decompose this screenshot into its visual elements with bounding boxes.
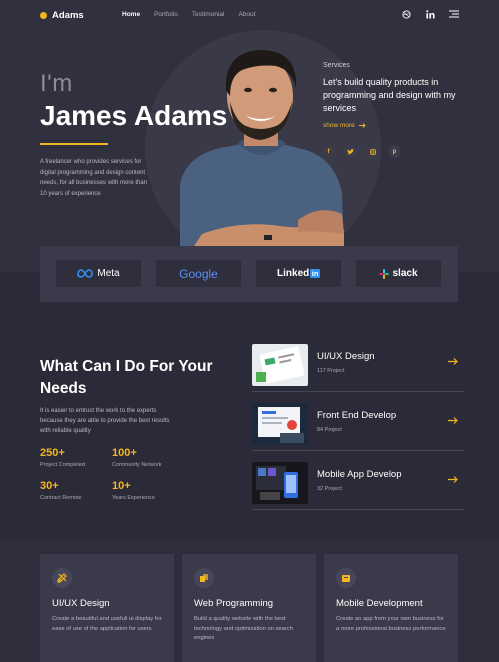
instagram-icon[interactable]: [366, 145, 379, 158]
brand-slack-label: slack: [392, 268, 418, 279]
services-title: Let's build quality products in programm…: [323, 77, 456, 113]
project-count: 32 Project: [317, 486, 342, 492]
stat-projects: 250+ Project Completed: [40, 447, 85, 468]
services-label: Services: [323, 62, 350, 69]
show-more-label: show more: [323, 122, 355, 129]
portrait-image: [180, 50, 344, 246]
project-count: 117 Project: [317, 368, 345, 374]
social-links: f p: [322, 145, 401, 158]
project-item-mobile[interactable]: Mobile App Develop 32 Project: [252, 462, 464, 510]
brand-linkedin-label: Linked: [277, 268, 310, 279]
logo-text: Adams: [52, 10, 84, 21]
stat-label: Project Completed: [40, 462, 86, 468]
brand-meta[interactable]: Meta: [56, 260, 141, 287]
stat-community: 100+ Community Network: [112, 447, 162, 468]
nav-links: Home Portfolio Testimonial About: [122, 11, 269, 18]
project-title: UI/UX Design: [317, 351, 375, 362]
slack-icon: [379, 268, 390, 279]
dribbble-icon[interactable]: [401, 9, 411, 19]
card-description: Build a quality website with the best te…: [194, 616, 293, 641]
uiux-thumbnail: [252, 344, 308, 386]
brands-strip: Meta Google Linked in slack: [40, 246, 458, 302]
card-title: Mobile Development: [336, 598, 423, 609]
card-description: Create an app from your own business for…: [336, 616, 446, 632]
nav-icons: [401, 9, 459, 19]
show-more-link[interactable]: show more: [323, 122, 366, 129]
menu-icon[interactable]: [449, 9, 459, 19]
nav-link-portfolio[interactable]: Portfolio: [154, 11, 178, 18]
project-item-frontend[interactable]: Front End Develop 84 Project: [252, 403, 464, 451]
stat-contracts: 30+ Contract Remote: [40, 480, 82, 501]
stat-number: 30+: [40, 480, 59, 492]
pen-tool-icon: [52, 568, 72, 588]
services-description: It is easier to entrust the work to the …: [40, 408, 170, 434]
arrow-right-icon[interactable]: [448, 475, 458, 486]
nav-link-about[interactable]: About: [238, 11, 255, 18]
hero-intro: A freelancer who provides services for d…: [40, 159, 148, 197]
twitter-icon[interactable]: [344, 145, 357, 158]
service-card-mobile[interactable]: Mobile Development Create an app from yo…: [324, 554, 458, 662]
service-card-uiux[interactable]: UI/UX Design Create a beautiful and usef…: [40, 554, 174, 662]
brand-linkedin[interactable]: Linked in: [256, 260, 341, 287]
brand-google[interactable]: Google: [156, 260, 241, 287]
portfolio-page: Adams Home Portfolio Testimonial About I…: [0, 0, 499, 662]
facebook-icon[interactable]: f: [322, 145, 335, 158]
stat-number: 100+: [112, 447, 137, 459]
services-heading: What Can I Do For Your Needs: [40, 358, 213, 397]
stat-label: Contract Remote: [40, 495, 82, 501]
project-item-uiux[interactable]: UI/UX Design 117 Project: [252, 344, 464, 392]
stat-number: 250+: [40, 447, 65, 459]
card-description: Create a beautiful and usefull ui displa…: [52, 616, 162, 632]
linkedin-icon[interactable]: [425, 9, 435, 19]
brand-slack[interactable]: slack: [356, 260, 441, 287]
arrow-right-icon: [358, 123, 366, 128]
brand-meta-label: Meta: [97, 268, 120, 279]
nav-link-home[interactable]: Home: [122, 11, 140, 18]
hero-greeting: I'm: [40, 70, 73, 97]
linkedin-badge-icon: in: [310, 269, 320, 278]
stat-label: Years Experience: [112, 495, 155, 501]
project-count: 84 Project: [317, 427, 342, 433]
meta-icon: [77, 269, 94, 278]
stat-label: Community Network: [112, 462, 162, 468]
logo[interactable]: Adams: [40, 10, 84, 21]
service-card-web[interactable]: Web Programming Build a quality website …: [182, 554, 316, 662]
arrow-right-icon[interactable]: [448, 357, 458, 368]
card-title: UI/UX Design: [52, 598, 110, 609]
name-underline: [40, 143, 108, 145]
pinterest-icon[interactable]: p: [388, 145, 401, 158]
mobile-thumbnail: [252, 462, 308, 504]
stat-experience: 10+ Years Experience: [112, 480, 155, 501]
layers-icon: [194, 568, 214, 588]
nav-link-testimonial[interactable]: Testimonial: [192, 11, 225, 18]
brand-google-label: Google: [179, 266, 218, 281]
project-title: Front End Develop: [317, 410, 397, 421]
card-title: Web Programming: [194, 598, 274, 609]
arrow-right-icon[interactable]: [448, 416, 458, 427]
logo-dot-icon: [40, 12, 47, 19]
stat-number: 10+: [112, 480, 131, 492]
frontend-thumbnail: [252, 403, 308, 445]
top-nav: Adams Home Portfolio Testimonial About: [0, 0, 499, 30]
project-title: Mobile App Develop: [317, 469, 402, 480]
box-icon: [336, 568, 356, 588]
